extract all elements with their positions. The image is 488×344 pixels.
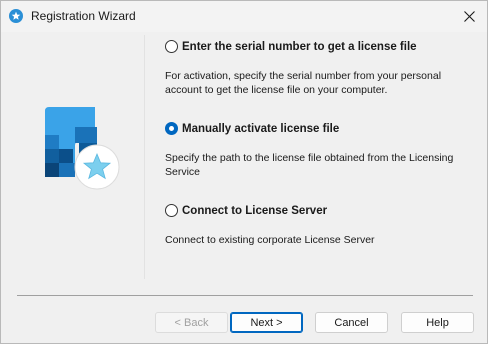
- radio-license-server[interactable]: [165, 204, 178, 217]
- help-button[interactable]: Help: [401, 312, 474, 333]
- option-manual-activation-label: Manually activate license file: [182, 122, 340, 135]
- option-license-server[interactable]: Connect to License Server: [165, 204, 327, 217]
- star-badge-icon: [9, 9, 23, 23]
- option-serial-number-description: For activation, specify the serial numbe…: [165, 70, 442, 96]
- close-button[interactable]: [455, 3, 483, 29]
- option-serial-number[interactable]: Enter the serial number to get a license…: [165, 40, 417, 53]
- horizontal-divider: [17, 295, 473, 296]
- registration-wizard-window: Registration Wizard Enter the serial num…: [0, 0, 488, 344]
- option-manual-activation[interactable]: Manually activate license file: [165, 122, 339, 135]
- option-license-server-label: Connect to License Server: [182, 204, 328, 217]
- next-button[interactable]: Next >: [230, 312, 303, 333]
- option-manual-activation-description: Specify the path to the license file obt…: [165, 152, 454, 178]
- back-button[interactable]: < Back: [155, 312, 228, 333]
- window-title: Registration Wizard: [31, 9, 136, 23]
- title-bar: Registration Wizard: [1, 1, 487, 32]
- vertical-divider: [144, 35, 145, 279]
- close-icon: [463, 10, 475, 22]
- radio-manual-activation[interactable]: [165, 122, 178, 135]
- radio-serial-number[interactable]: [165, 40, 178, 53]
- license-logo-icon: [45, 107, 120, 190]
- cancel-button[interactable]: Cancel: [315, 312, 388, 333]
- option-serial-number-label: Enter the serial number to get a license…: [182, 40, 417, 53]
- option-license-server-description: Connect to existing corporate License Se…: [165, 234, 375, 246]
